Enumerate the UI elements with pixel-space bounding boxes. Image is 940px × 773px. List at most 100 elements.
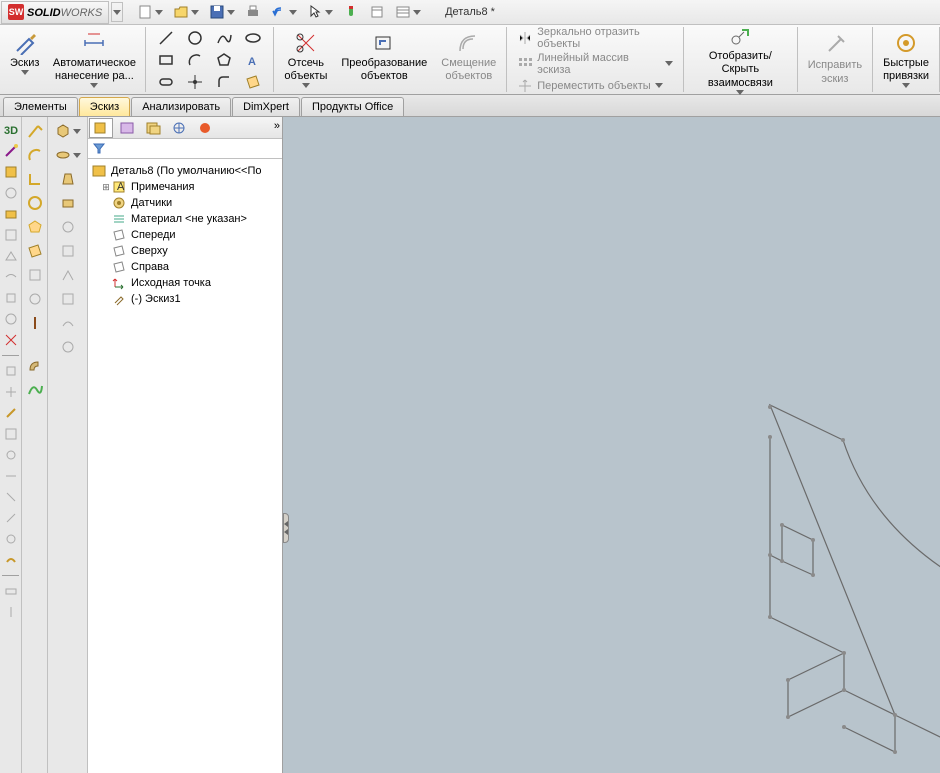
tool-13[interactable] [2,404,20,422]
smart-dimension-button[interactable]: Автоматическое нанесение ра... [49,29,139,90]
options-button[interactable] [365,2,389,22]
new-button[interactable] [133,2,167,22]
properties-button[interactable] [391,2,425,22]
circle-button[interactable] [181,27,209,48]
tool-3[interactable] [2,184,20,202]
v-line[interactable] [25,121,45,141]
select-button[interactable] [303,2,337,22]
v-arc[interactable] [25,145,45,165]
move-button[interactable]: Переместить объекты [513,77,666,95]
tool-21[interactable] [2,582,20,600]
v-polygon[interactable] [25,217,45,237]
rectangle-button[interactable] [152,49,180,70]
arc-button[interactable] [181,49,209,70]
tree-sensors[interactable]: Датчики [90,195,280,211]
tool-9[interactable] [2,310,20,328]
filter-bar[interactable] [88,139,282,159]
3d-icon[interactable]: 3D [2,121,20,139]
tab-dimxpert[interactable]: DimXpert [232,97,300,116]
v-tool8[interactable] [25,289,45,309]
tool-2[interactable] [2,163,20,181]
mirror-button[interactable]: Зеркально отразить объекты [513,25,677,51]
v-swept[interactable] [25,355,45,375]
tool-16[interactable] [2,467,20,485]
f-wrap[interactable] [58,337,78,357]
app-logo[interactable]: SW SOLIDWORKS [1,1,109,24]
f-draft[interactable] [58,289,78,309]
v-corner[interactable] [25,169,45,189]
v-circle[interactable] [25,193,45,213]
print-button[interactable] [241,2,265,22]
tool-14[interactable] [2,425,20,443]
tab-sketch[interactable]: Эскиз [79,97,130,116]
config-manager-tab[interactable] [141,118,165,138]
tree-right-plane[interactable]: Справа [90,259,280,275]
panel-collapse-handle[interactable] [283,513,289,543]
property-manager-tab[interactable] [115,118,139,138]
trim-button[interactable]: Отсечь объекты [280,29,331,90]
v-tool7[interactable] [25,265,45,285]
tree-root[interactable]: Деталь8 (По умолчанию<<По [90,163,280,179]
tool-10[interactable] [2,331,20,349]
tool-6[interactable] [2,247,20,265]
f-rib[interactable] [58,265,78,285]
f-rect[interactable] [58,193,78,213]
sketch-button[interactable]: Эскиз [6,29,43,90]
v-spline[interactable] [25,379,45,399]
polygon-button[interactable] [210,49,238,70]
f-shell[interactable] [58,241,78,261]
display-relations-button[interactable]: Отобразить/Скрыть взаимосвязи [690,22,791,97]
panel-expand[interactable]: » [274,120,280,132]
tool-20[interactable] [2,551,20,569]
tab-office[interactable]: Продукты Office [301,97,404,116]
spline-button[interactable] [210,27,238,48]
tool-22[interactable] [2,603,20,621]
app-menu-dropdown[interactable] [111,2,123,22]
tool-17[interactable] [2,488,20,506]
tool-4[interactable] [2,205,20,223]
line-button[interactable] [152,27,180,48]
expand-icon[interactable]: ⊞ [100,182,112,193]
tool-15[interactable] [2,446,20,464]
f-extrude[interactable] [52,121,84,141]
tab-evaluate[interactable]: Анализировать [131,97,231,116]
tree-front-plane[interactable]: Спереди [90,227,280,243]
tool-8[interactable] [2,289,20,307]
tool-12[interactable] [2,383,20,401]
convert-button[interactable]: Преобразование объектов [337,29,431,90]
tool-5[interactable] [2,226,20,244]
tree-origin[interactable]: Исходная точка [90,275,280,291]
f-dome[interactable] [58,313,78,333]
plane-button[interactable] [239,71,267,92]
f-hole[interactable] [58,217,78,237]
point-button[interactable] [181,71,209,92]
tab-features[interactable]: Элементы [3,97,78,116]
tool-7[interactable] [2,268,20,286]
tree-sketch1[interactable]: (-) Эскиз1 [90,291,280,307]
tool-19[interactable] [2,530,20,548]
v-plane[interactable] [25,241,45,261]
rebuild-button[interactable] [339,2,363,22]
render-tab[interactable] [193,118,217,138]
v-tool9[interactable] [25,313,45,333]
save-button[interactable] [205,2,239,22]
quick-snaps-button[interactable]: Быстрые привязки [879,29,933,90]
dimxpert-tab[interactable] [167,118,191,138]
slot-button[interactable] [152,71,180,92]
ellipse-button[interactable] [239,27,267,48]
tool-11[interactable] [2,362,20,380]
graphics-area[interactable]: ✱ [283,117,940,773]
text-button[interactable]: A [239,49,267,70]
fillet-button[interactable] [210,71,238,92]
tool-18[interactable] [2,509,20,527]
f-revolve[interactable] [52,145,84,165]
linear-pattern-button[interactable]: Линейный массив эскиза [513,51,677,77]
tree-material[interactable]: Материал <не указан> [90,211,280,227]
tree-annotations[interactable]: ⊞AПримечания [90,179,280,195]
tree-top-plane[interactable]: Сверху [90,243,280,259]
open-button[interactable] [169,2,203,22]
repair-sketch-button[interactable]: Исправить эскиз [804,31,866,87]
offset-button[interactable]: Смещение объектов [437,29,500,90]
tool-1[interactable] [2,142,20,160]
undo-button[interactable] [267,2,301,22]
